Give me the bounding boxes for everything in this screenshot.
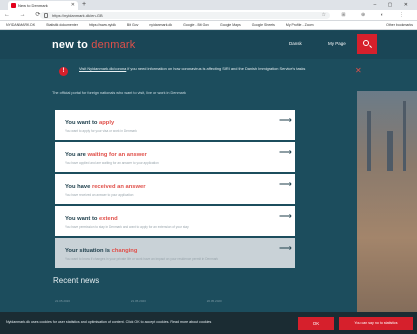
arrow-right-icon: ⟶ (279, 243, 292, 253)
card-apply[interactable]: You want to apply You want to apply for … (55, 110, 295, 140)
intro-text: The official portal for foreign national… (52, 91, 186, 95)
card-waiting[interactable]: You are waiting for an answer You have a… (55, 142, 295, 172)
bookmark-item[interactable]: Google Sheets (252, 23, 275, 27)
address-bar-row: ← → ⟳ https://nyidanmark.dk/en-GB ☆ ⊞ ⊕ … (0, 10, 417, 21)
cookie-text: Nyidanmark.dk uses cookies for user stat… (6, 320, 212, 324)
window-controls[interactable]: – ▢ ✕ (374, 0, 413, 10)
card-title: You are waiting for an answer (65, 152, 147, 158)
url-input[interactable]: https://nyidanmark.dk/en-GB (40, 12, 330, 19)
arrow-right-icon: ⟶ (279, 147, 292, 157)
news-date: 21.05.2020 (130, 299, 146, 303)
alert-icon: ! (59, 67, 68, 76)
corona-alert: ! Visit Nyidanmark.dk/corona if you need… (52, 63, 372, 85)
url-text: https://nyidanmark.dk/en-GB (52, 13, 103, 18)
card-title: You want to extend (65, 216, 118, 222)
card-description: You have applied and are waiting for an … (65, 161, 159, 165)
close-icon[interactable]: ✕ (355, 67, 362, 75)
navigation-buttons[interactable]: ← → ⟳ (4, 10, 44, 21)
search-icon (363, 40, 369, 46)
bookmarks-bar: NYIDANMARK.DK Statistik dokumenter https… (0, 21, 417, 30)
bookmark-item[interactable]: Google Maps (220, 23, 241, 27)
browser-tab-bar: New to Denmark ✕ + – ▢ ✕ (0, 0, 417, 10)
tab-close-icon[interactable]: ✕ (71, 1, 75, 10)
extension-icons[interactable]: ☆ ⊞ ⊕ ◐ ⋮ (322, 10, 411, 21)
card-description: You have permission to stay in Denmark a… (65, 225, 189, 229)
card-extend[interactable]: You want to extend You have permission t… (55, 206, 295, 236)
cookie-banner: Nyidanmark.dk uses cookies for user stat… (0, 312, 417, 334)
card-title: You want to apply (65, 120, 115, 126)
site-favicon-icon (11, 3, 16, 8)
bookmark-item[interactable]: nyidanmark.dk (149, 23, 172, 27)
decline-statistics-button[interactable]: You can say no to statistics (339, 317, 413, 330)
other-bookmarks[interactable]: Other bookmarks (386, 21, 413, 29)
alert-link[interactable]: Visit Nyidanmark.dk/corona (79, 66, 126, 71)
card-description: You want to apply for your visa or work … (65, 129, 137, 133)
card-description: You have received an answer to your appl… (65, 193, 134, 197)
language-link[interactable]: Dansk (289, 41, 302, 46)
lock-icon (44, 13, 48, 18)
arrow-right-icon: ⟶ (279, 115, 292, 125)
tab-title: New to Denmark (18, 3, 48, 8)
bookmark-item[interactable]: https://www.nyidk (89, 23, 116, 27)
card-title: You have received an answer (65, 184, 146, 190)
site-header: new to denmark Dansk My Page (0, 31, 417, 59)
bookmark-item[interactable]: NYIDANMARK.DK (6, 23, 35, 27)
alert-text: Visit Nyidanmark.dk/corona if you need i… (79, 66, 306, 71)
background-city-image (357, 91, 417, 334)
card-received[interactable]: You have received an answer You have rec… (55, 174, 295, 204)
arrow-right-icon: ⟶ (279, 211, 292, 221)
cookie-read-more-link[interactable]: Read more about cookies (170, 320, 211, 324)
news-date: 20.05.2020 (206, 299, 222, 303)
news-date: 22.05.2020 (55, 299, 71, 303)
recent-news-heading: Recent news (53, 276, 100, 285)
bookmark-item[interactable]: Bit Gov (127, 23, 138, 27)
card-changing[interactable]: Your situation is changing You want to k… (55, 238, 295, 268)
bookmark-item[interactable]: Google - Bit Gov (183, 23, 209, 27)
browser-tab[interactable]: New to Denmark ✕ (8, 1, 78, 10)
arrow-right-icon: ⟶ (279, 179, 292, 189)
card-description: You want to know if changes in your priv… (65, 257, 219, 261)
my-page-link[interactable]: My Page (328, 41, 346, 46)
bookmark-item[interactable]: My Profile - Zoom (286, 23, 314, 27)
site-logo[interactable]: new to denmark (52, 39, 136, 51)
news-dates: 22.05.2020 21.05.2020 20.05.2020 (55, 299, 295, 303)
new-tab-button[interactable]: + (82, 0, 86, 10)
bookmark-item[interactable]: Statistik dokumenter (46, 23, 78, 27)
page-content: new to denmark Dansk My Page ! Visit Nyi… (0, 31, 417, 334)
search-button[interactable] (357, 34, 377, 54)
card-title: Your situation is changing (65, 248, 138, 254)
cookie-ok-button[interactable]: OK (298, 317, 334, 330)
